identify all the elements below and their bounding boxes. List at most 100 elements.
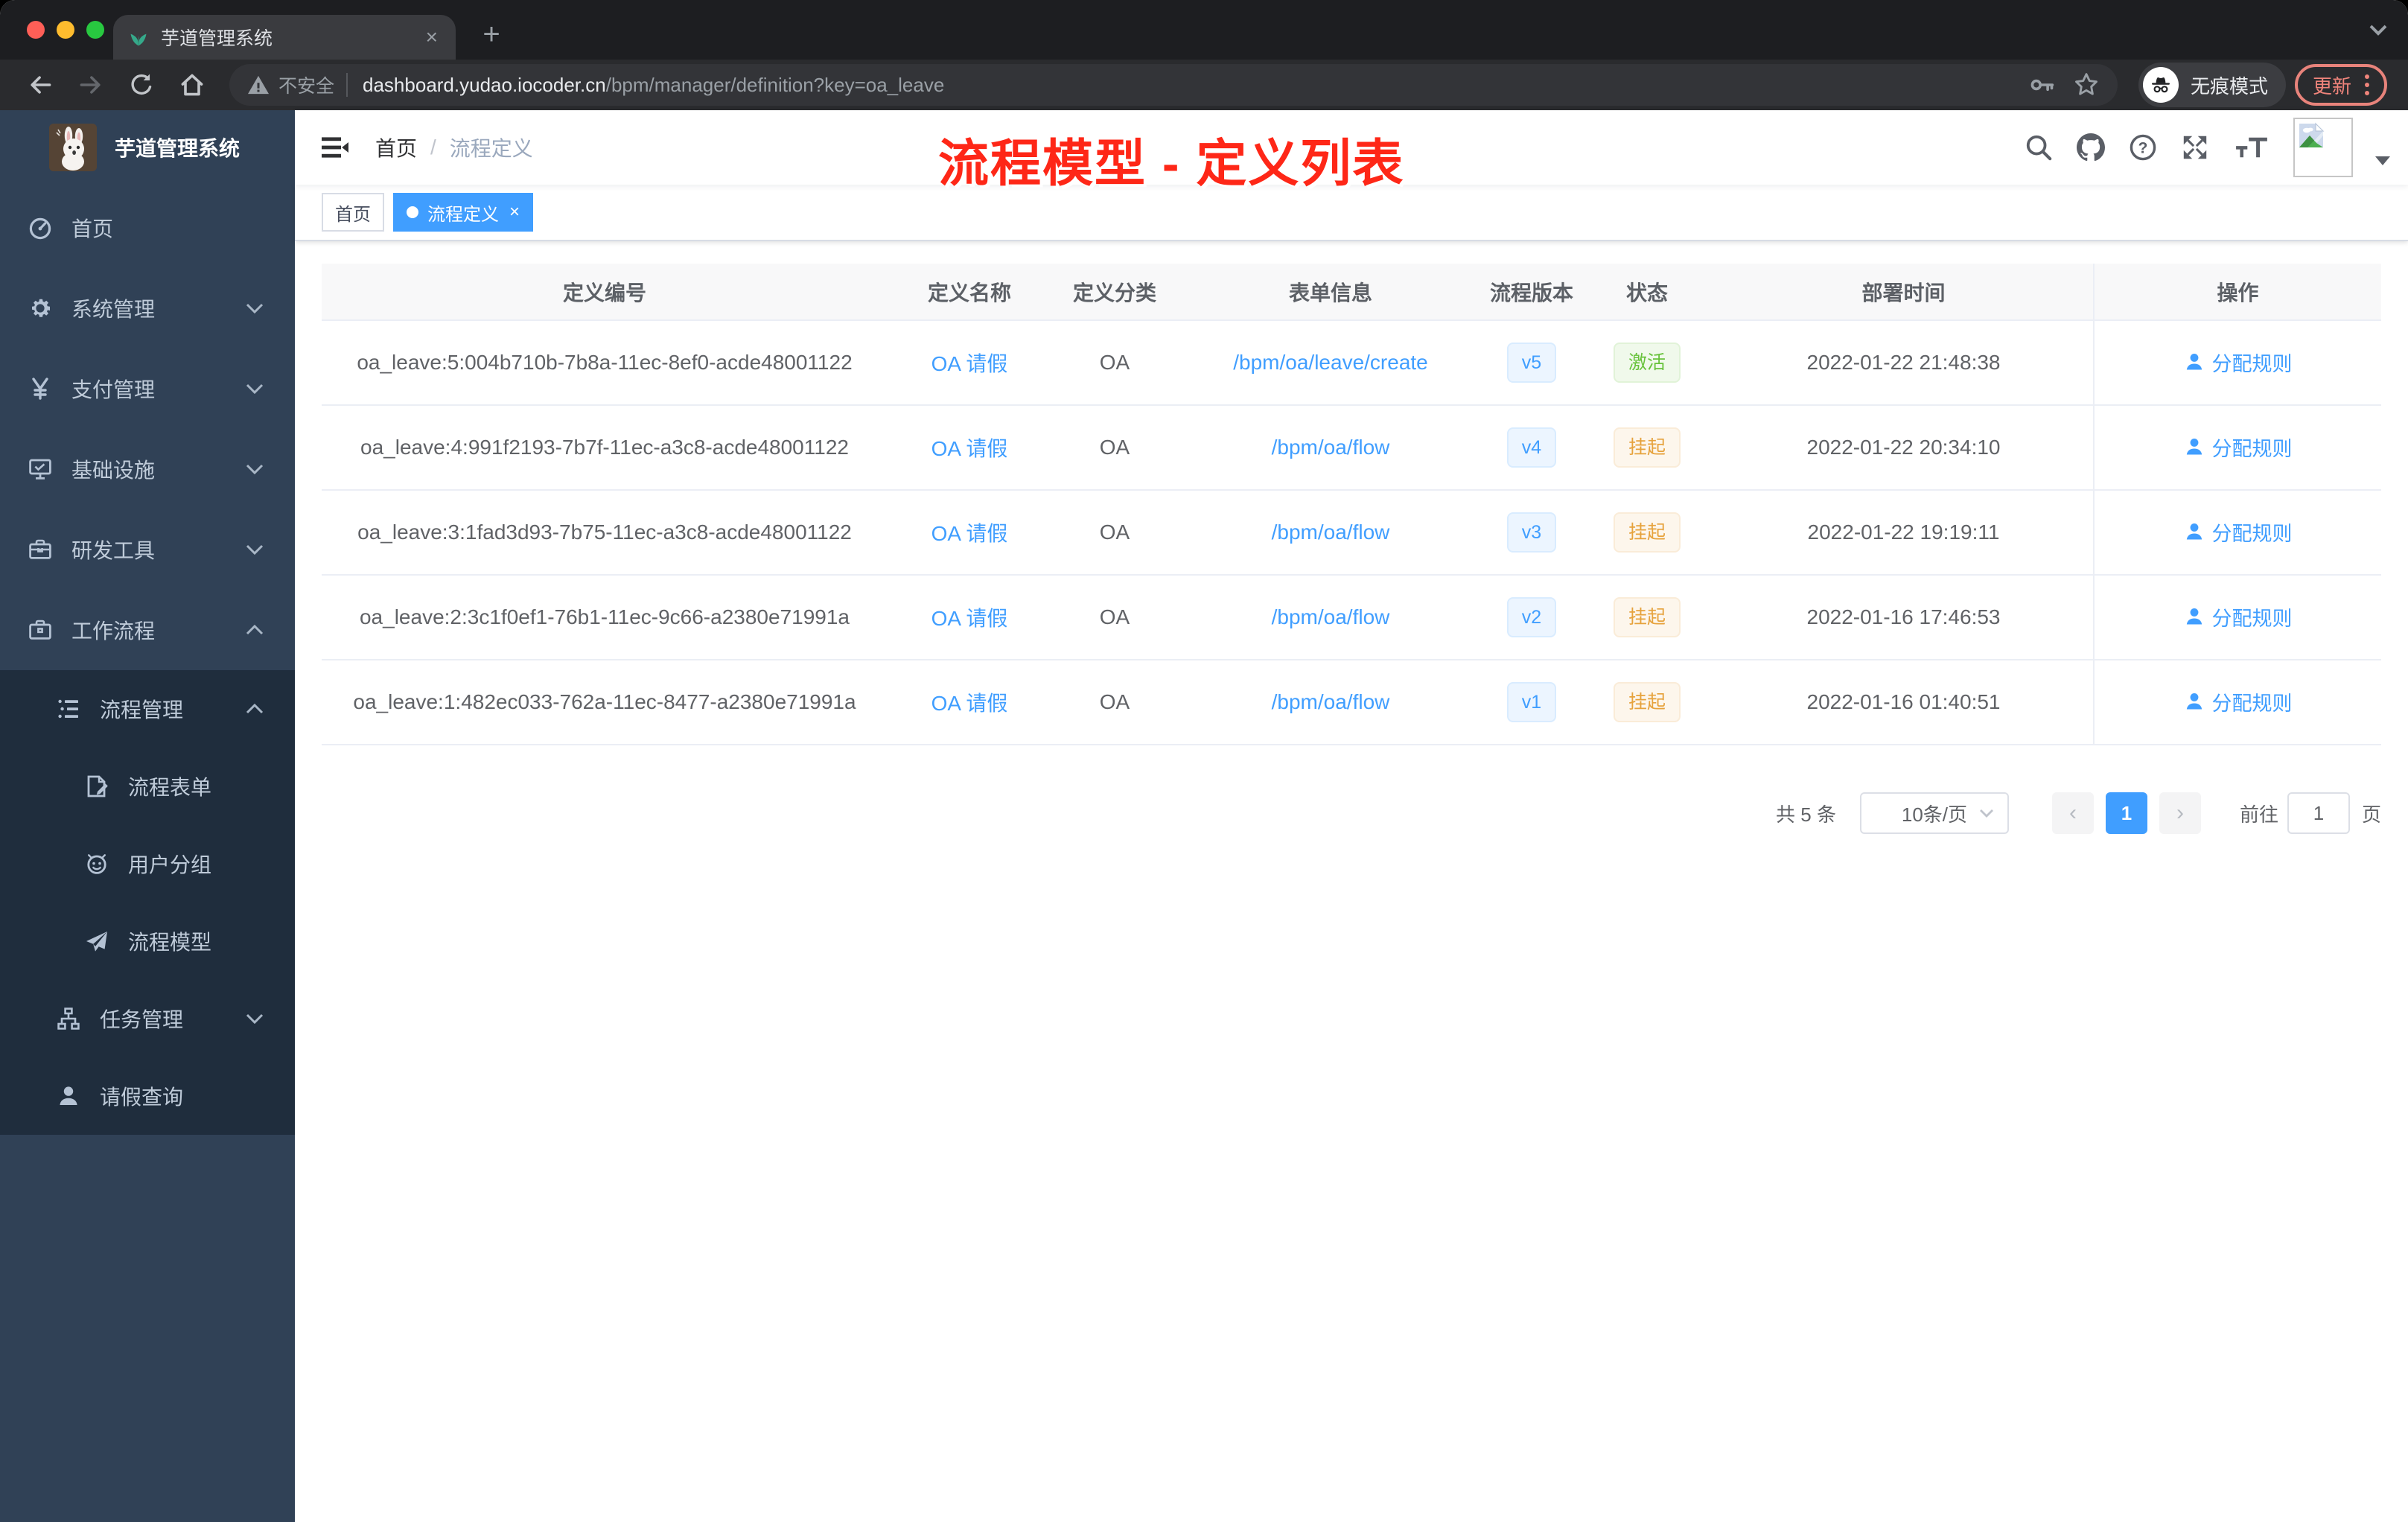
- breadcrumb-home[interactable]: 首页: [375, 133, 417, 162]
- search-icon[interactable]: [2024, 133, 2054, 162]
- form-info-link[interactable]: /bpm/oa/leave/create: [1233, 351, 1428, 374]
- sidebar-item-label: 首页: [71, 217, 114, 241]
- version-tag: v2: [1506, 597, 1557, 637]
- sidebar-item-label: 研发工具: [71, 539, 156, 562]
- logo-row[interactable]: 芋道管理系统: [0, 110, 295, 185]
- help-icon[interactable]: ?: [2128, 133, 2158, 162]
- assign-rule-link[interactable]: 分配规则: [2184, 687, 2293, 716]
- home-icon[interactable]: [171, 64, 213, 106]
- assign-rule-link[interactable]: 分配规则: [2184, 518, 2293, 547]
- status-badge: 挂起: [1613, 682, 1681, 722]
- col-status: 状态: [1580, 264, 1714, 321]
- update-button[interactable]: 更新: [2294, 64, 2387, 106]
- browser-window: 芋道管理系统 × + 不安全 dashboard.yudao.iocoder.c…: [0, 0, 2408, 1522]
- font-size-icon[interactable]: [2232, 133, 2271, 162]
- warning-icon[interactable]: [247, 74, 270, 95]
- form-info-link[interactable]: /bpm/oa/flow: [1272, 690, 1390, 713]
- sidebar-item-leave-query[interactable]: 请假查询: [0, 1057, 295, 1135]
- page-unit-label: 页: [2361, 803, 2381, 826]
- definition-name-link[interactable]: OA 请假: [931, 437, 1008, 460]
- address-bar[interactable]: 不安全 dashboard.yudao.iocoder.cn/bpm/manag…: [229, 64, 2118, 106]
- new-tab-button[interactable]: +: [471, 13, 512, 55]
- definition-name-link[interactable]: OA 请假: [931, 607, 1008, 630]
- minimize-window-button[interactable]: [57, 21, 74, 39]
- sidebar-item-label: 流程管理: [100, 698, 184, 722]
- kebab-menu-icon[interactable]: [2365, 74, 2369, 95]
- page-annotation: 流程模型 - 定义列表: [938, 136, 1405, 192]
- sidebar-item-process-form[interactable]: 流程表单: [0, 748, 295, 825]
- sidebar-item-label: 请假查询: [100, 1086, 184, 1109]
- assign-rule-link[interactable]: 分配规则: [2184, 433, 2293, 462]
- definition-name-link[interactable]: OA 请假: [931, 692, 1008, 715]
- close-window-button[interactable]: [27, 21, 45, 39]
- status-badge: 挂起: [1613, 427, 1681, 468]
- back-icon[interactable]: [19, 64, 61, 106]
- app-title: 芋道管理系统: [115, 137, 241, 160]
- tab-search-caret-icon[interactable]: [2369, 24, 2387, 36]
- definition-name-link[interactable]: OA 请假: [931, 522, 1008, 545]
- assign-rule-link[interactable]: 分配规则: [2184, 602, 2293, 631]
- traffic-lights: [27, 21, 104, 39]
- form-info-link[interactable]: /bpm/oa/flow: [1272, 436, 1390, 459]
- definition-name-link[interactable]: OA 请假: [931, 352, 1008, 375]
- deploy-time: 2022-01-22 21:48:38: [1806, 351, 2001, 374]
- page-1-button[interactable]: 1: [2105, 792, 2147, 834]
- goto-page-input[interactable]: [2287, 792, 2350, 834]
- sidebar-item-label: 工作流程: [71, 620, 156, 643]
- sidebar-item-task-management[interactable]: 任务管理: [0, 980, 295, 1057]
- sidebar-item-user-group[interactable]: 用户分组: [0, 825, 295, 902]
- col-definition-category: 定义分类: [1051, 264, 1178, 321]
- tree-list-icon: [57, 697, 80, 721]
- gear-icon: [28, 296, 52, 320]
- sidebar-item-dev-tools[interactable]: 研发工具: [0, 509, 295, 590]
- sidebar-item-label: 系统管理: [71, 298, 156, 321]
- tag-home[interactable]: 首页: [322, 193, 384, 232]
- toolbox-icon: [28, 538, 52, 561]
- key-icon[interactable]: [2028, 71, 2055, 98]
- reload-icon[interactable]: [121, 64, 162, 106]
- goto-label: 前往: [2239, 803, 2278, 826]
- form-info-link[interactable]: /bpm/oa/flow: [1272, 520, 1390, 544]
- table-row: oa_leave:3:1fad3d93-7b75-11ec-a3c8-acde4…: [322, 490, 2381, 576]
- page-size-select[interactable]: 10条/页: [1859, 792, 2009, 834]
- tab-title: 芋道管理系统: [161, 28, 273, 49]
- tag-process-definition[interactable]: 流程定义 ×: [393, 193, 534, 232]
- assign-rule-link[interactable]: 分配规则: [2184, 348, 2293, 377]
- col-form-info: 表单信息: [1178, 264, 1483, 321]
- sidebar-item-process-management[interactable]: 流程管理: [0, 670, 295, 748]
- incognito-badge: 无痕模式: [2138, 63, 2286, 107]
- col-process-version: 流程版本: [1483, 264, 1580, 321]
- prev-page-button[interactable]: ‹: [2051, 792, 2094, 834]
- sidebar-item-infrastructure[interactable]: 基础设施: [0, 429, 295, 509]
- hamburger-icon[interactable]: [320, 133, 350, 162]
- sidebar-item-system-management[interactable]: 系统管理: [0, 268, 295, 348]
- sidebar-item-label: 任务管理: [100, 1008, 184, 1031]
- next-page-button[interactable]: ›: [2159, 792, 2201, 834]
- url-text[interactable]: dashboard.yudao.iocoder.cn/bpm/manager/d…: [363, 74, 2013, 97]
- avatar-broken-image[interactable]: [2293, 118, 2353, 177]
- table-row: oa_leave:2:3c1f0ef1-76b1-11ec-9c66-a2380…: [322, 575, 2381, 660]
- browser-tab[interactable]: 芋道管理系统 ×: [113, 15, 456, 60]
- github-icon[interactable]: [2076, 133, 2106, 162]
- deploy-time: 2022-01-16 01:40:51: [1806, 690, 2001, 713]
- user-icon: [2184, 436, 2205, 457]
- form-info-link[interactable]: /bpm/oa/flow: [1272, 605, 1390, 628]
- forward-icon[interactable]: [70, 64, 112, 106]
- definition-category: OA: [1099, 351, 1130, 374]
- fullscreen-icon[interactable]: [2180, 133, 2210, 162]
- zoom-window-button[interactable]: [86, 21, 104, 39]
- sidebar-item-home[interactable]: 首页: [0, 188, 295, 268]
- bookmark-star-icon[interactable]: [2073, 71, 2100, 98]
- pagination: 共 5 条 10条/页 ‹ 1 › 前往 页: [1776, 792, 2381, 834]
- sidebar-item-payment-management[interactable]: 支付管理: [0, 348, 295, 429]
- favicon-plant-icon: [128, 27, 149, 48]
- chevron-down-icon: [246, 383, 264, 394]
- security-label[interactable]: 不安全: [278, 71, 334, 98]
- tab-close-icon[interactable]: ×: [423, 25, 441, 49]
- tag-close-icon[interactable]: ×: [509, 203, 520, 221]
- titlebar: 芋道管理系统 × +: [0, 0, 2408, 60]
- definition-id: oa_leave:4:991f2193-7b7f-11ec-a3c8-acde4…: [360, 436, 849, 459]
- sidebar-item-workflow[interactable]: 工作流程: [0, 590, 295, 670]
- sidebar-item-process-model[interactable]: 流程模型: [0, 902, 295, 980]
- dropdown-caret-icon[interactable]: [2375, 156, 2390, 165]
